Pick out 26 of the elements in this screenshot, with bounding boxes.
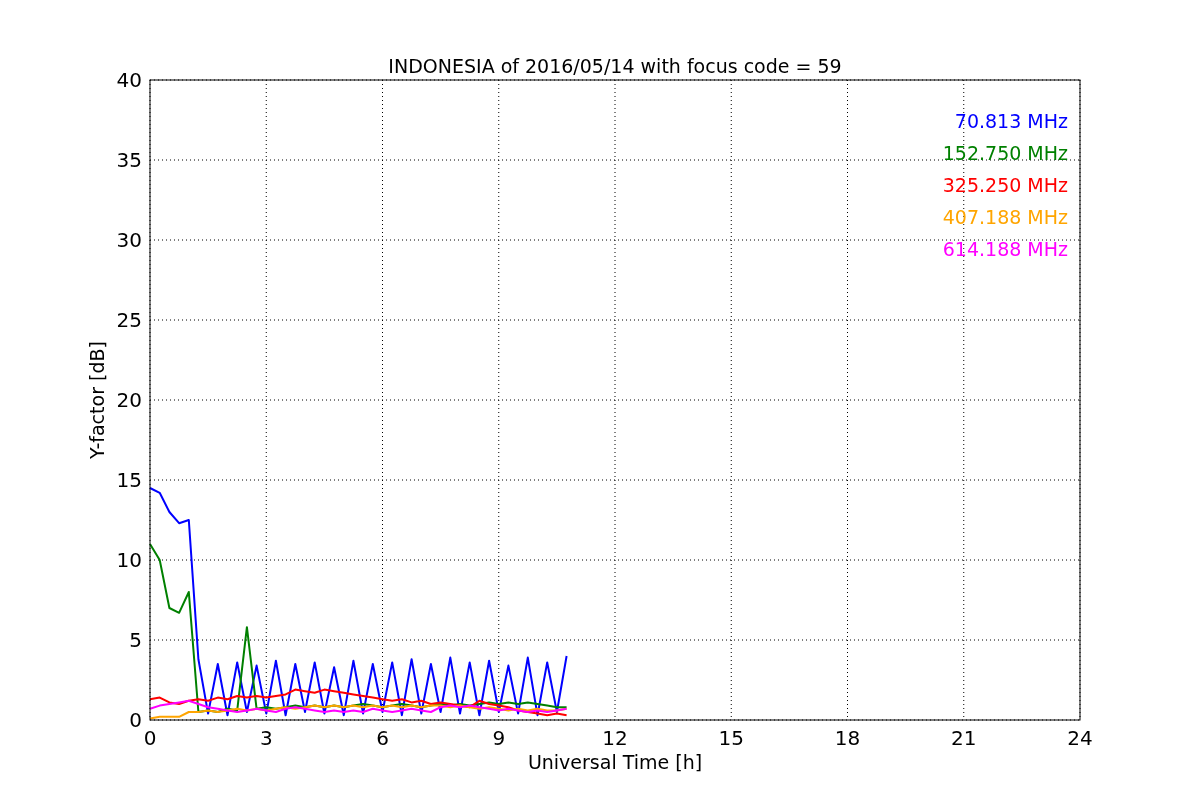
tick-label: 5 — [129, 628, 142, 652]
tick-label: 21 — [951, 726, 977, 750]
tick-label: 0 — [129, 708, 142, 732]
tick-label: 10 — [116, 548, 142, 572]
tick-label: 12 — [602, 726, 628, 750]
tick-label: 30 — [116, 228, 142, 252]
legend-label: 407.188 MHz — [942, 206, 1068, 228]
tick-label: 35 — [116, 148, 142, 172]
tick-label: 15 — [116, 468, 142, 492]
tick-label: 25 — [116, 308, 142, 332]
axis-label: Universal Time [h] — [527, 751, 703, 773]
tick-label: 18 — [834, 726, 861, 750]
tick-label: 3 — [259, 726, 273, 750]
tick-label: 20 — [116, 388, 142, 412]
legend-label: 325.250 MHz — [942, 174, 1068, 196]
tick-label: 6 — [376, 726, 389, 750]
legend-label: 70.813 MHz — [954, 110, 1068, 132]
chart-title: INDONESIA of 2016/05/14 with focus code = 59 — [388, 55, 842, 77]
tick-label: 0 — [143, 726, 157, 750]
legend-label: 152.750 MHz — [942, 142, 1068, 164]
tick-label: 24 — [1067, 726, 1093, 750]
tick-label: 15 — [718, 726, 744, 750]
tick-label: 9 — [492, 726, 506, 750]
tick-label: 40 — [116, 68, 142, 92]
legend-label: 614.188 MHz — [942, 238, 1068, 260]
axis-label: Y-factor [dB] — [86, 341, 108, 459]
